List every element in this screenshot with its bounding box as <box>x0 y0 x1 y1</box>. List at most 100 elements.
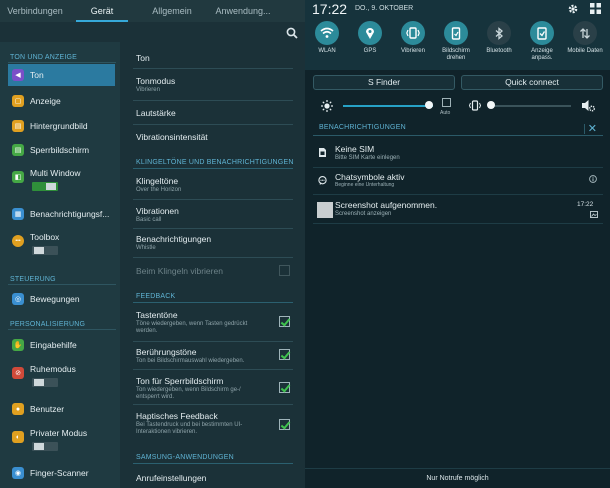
vibrate-icon <box>401 21 425 45</box>
sidebar-item-label: Benachrichtigungsf... <box>30 209 110 219</box>
notification-subtitle: Beginne eine Unterhaltung <box>335 182 395 188</box>
quick-connect-button[interactable]: Quick connect <box>461 75 603 90</box>
settings-gear-icon[interactable] <box>567 3 579 15</box>
category-feedback: FEEDBACK <box>136 293 176 300</box>
tab-geraet[interactable]: Gerät <box>76 0 128 22</box>
chat-icon <box>318 176 327 185</box>
ruhemodus-toggle[interactable] <box>32 378 58 387</box>
category-divider <box>8 62 116 63</box>
row-title: Ton für Sperrbildschirm <box>136 376 224 386</box>
private-mode-icon: ◐ <box>12 431 24 443</box>
beruehrungstoene-checkbox[interactable] <box>279 349 290 360</box>
info-icon[interactable] <box>589 175 597 183</box>
row-subtitle: Bei Tastendruck und bei bestimmten UI-In… <box>136 422 243 435</box>
row-subtitle: Basic call <box>136 217 162 223</box>
tab-allgemein[interactable]: Allgemein <box>148 0 196 22</box>
row-title: Vibrationen <box>136 206 179 216</box>
volume-slider[interactable] <box>491 105 571 107</box>
tastentoene-checkbox[interactable] <box>279 316 290 327</box>
toggle-knob <box>34 247 44 254</box>
row-subtitle: Ton wiedergeben, wenn Bildschirm ge-/ en… <box>136 387 241 400</box>
settings-row-klingeltoene[interactable]: Klingeltöne Over the Horizon <box>136 176 291 194</box>
row-divider <box>133 124 293 125</box>
search-icon[interactable] <box>286 27 298 39</box>
settings-row-haptisches-feedback[interactable]: Haptisches Feedback Bei Tastendruck und … <box>136 411 291 436</box>
sidebar-item-multi-window[interactable]: ◧ Multi Window <box>8 162 115 194</box>
quick-toggle-label: Vibrieren <box>401 48 425 54</box>
haptisches-feedback-checkbox[interactable] <box>279 419 290 430</box>
notification-subtitle: Screenshot anzeigen <box>335 211 392 217</box>
quick-toggle-wlan[interactable]: WLAN <box>305 21 349 55</box>
grid-view-icon[interactable] <box>590 3 601 14</box>
settings-row-lautstaerke[interactable]: Lautstärke <box>136 108 291 118</box>
sidebar-item-benachrichtigungsfeld[interactable]: ▦ Benachrichtigungsf... <box>8 203 115 225</box>
motion-icon: ◎ <box>12 293 24 305</box>
category-divider <box>133 168 293 169</box>
notification-divider <box>313 194 603 195</box>
row-title: Tonmodus <box>136 76 176 86</box>
s-finder-button[interactable]: S Finder <box>313 75 455 90</box>
sidebar-item-privater-modus[interactable]: ◐ Privater Modus <box>8 422 115 454</box>
tab-anwendungen[interactable]: Anwendung... <box>210 0 276 22</box>
settings-row-vibrationsintensitaet[interactable]: Vibrationsintensität <box>136 132 291 142</box>
brightness-slider-thumb[interactable] <box>424 101 433 109</box>
category-steuerung: STEUERUNG <box>10 276 56 283</box>
sidebar-item-toolbox[interactable]: ••• Toolbox <box>8 226 115 258</box>
auto-brightness-checkbox[interactable] <box>442 98 451 107</box>
settings-row-tonmodus[interactable]: Tonmodus Vibrieren <box>136 76 291 94</box>
settings-row-beruehrungstoene[interactable]: Berührungstöne Ton bei Bildschirmauswahl… <box>136 347 291 365</box>
multi-window-toggle[interactable] <box>32 182 58 191</box>
sidebar-item-eingabehilfe[interactable]: ✋ Eingabehilfe <box>8 334 115 356</box>
quick-toggle-bluetooth[interactable]: Bluetooth <box>477 21 521 55</box>
quick-toggle-anzeige-anpassen[interactable]: Anzeige anpass. <box>520 21 564 62</box>
bluetooth-icon <box>487 21 511 45</box>
clear-all-icon[interactable]: ✕ <box>588 122 597 135</box>
tab-verbindungen[interactable]: Verbindungen <box>6 0 64 22</box>
sidebar-item-benutzer[interactable]: ● Benutzer <box>8 398 115 420</box>
sidebar-item-ton[interactable]: ◀ Ton <box>8 64 115 86</box>
toolbox-toggle[interactable] <box>32 246 58 255</box>
sidebar-item-hintergrundbild[interactable]: ▤ Hintergrundbild <box>8 115 115 137</box>
notification-title: Screenshot aufgenommen. <box>335 200 438 210</box>
brightness-slider[interactable] <box>343 105 433 107</box>
vibrate-volume-icon <box>469 100 481 111</box>
privater-modus-toggle[interactable] <box>32 442 58 451</box>
notification-panel: 17:22 DO., 9. OKTOBER WLAN GPS Vibrieren… <box>305 0 610 488</box>
settings-row-anrufeinstellungen[interactable]: Anrufeinstellungen <box>136 473 291 483</box>
quick-toggle-gps[interactable]: GPS <box>348 21 392 55</box>
settings-row-tastentoene[interactable]: Tastentöne Töne wiedergeben, wenn Tasten… <box>136 310 291 335</box>
volume-slider-thumb[interactable] <box>487 101 495 109</box>
row-subtitle: Töne wiedergeben, wenn Tasten gedrückt w… <box>136 321 248 334</box>
sperrbildschirm-ton-checkbox[interactable] <box>279 382 290 393</box>
toggle-knob <box>34 443 44 450</box>
quick-settings: WLAN GPS Vibrieren Bildschirm drehen Blu… <box>305 18 610 70</box>
sidebar-item-anzeige[interactable]: ▢ Anzeige <box>8 90 115 112</box>
sidebar-item-label: Anzeige <box>30 96 61 106</box>
volume-settings-icon[interactable] <box>581 99 595 112</box>
multiwindow-icon: ◧ <box>12 171 24 183</box>
quick-toggle-bildschirm-drehen[interactable]: Bildschirm drehen <box>434 21 478 62</box>
category-divider <box>8 284 116 285</box>
category-klingeltoene: KLINGELTÖNE UND BENACHRICHTIGUNGEN <box>136 159 294 166</box>
sidebar-item-sperrbildschirm[interactable]: ▤ Sperrbildschirm <box>8 139 115 161</box>
settings-row-vibrationen[interactable]: Vibrationen Basic call <box>136 206 291 224</box>
wifi-icon <box>315 21 339 45</box>
quick-toggle-label: Bildschirm drehen <box>442 48 470 61</box>
sidebar-item-bewegungen[interactable]: ◎ Bewegungen <box>8 288 115 310</box>
quick-toggle-mobile-daten[interactable]: Mobile Daten <box>563 21 607 55</box>
sidebar-item-finger-scanner[interactable]: ◉ Finger-Scanner <box>8 462 115 484</box>
row-divider <box>133 68 293 69</box>
quick-toggle-vibrieren[interactable]: Vibrieren <box>391 21 435 55</box>
category-divider <box>133 302 293 303</box>
settings-row-ton-sperrbildschirm[interactable]: Ton für Sperrbildschirm Ton wiedergeben,… <box>136 376 291 401</box>
settings-row-benachrichtigungen[interactable]: Benachrichtigungen Whistle <box>136 234 291 252</box>
sim-icon <box>319 148 326 157</box>
brightness-volume-row: Auto <box>305 94 610 120</box>
settings-row-ton[interactable]: Ton <box>136 53 291 63</box>
row-title: Haptisches Feedback <box>136 411 218 421</box>
row-subtitle: Vibrieren <box>136 87 160 93</box>
rotate-icon <box>444 21 468 45</box>
row-title: Lautstärke <box>136 108 176 118</box>
sidebar-item-ruhemodus[interactable]: ⊘ Ruhemodus <box>8 358 115 390</box>
row-subtitle: Whistle <box>136 245 156 251</box>
